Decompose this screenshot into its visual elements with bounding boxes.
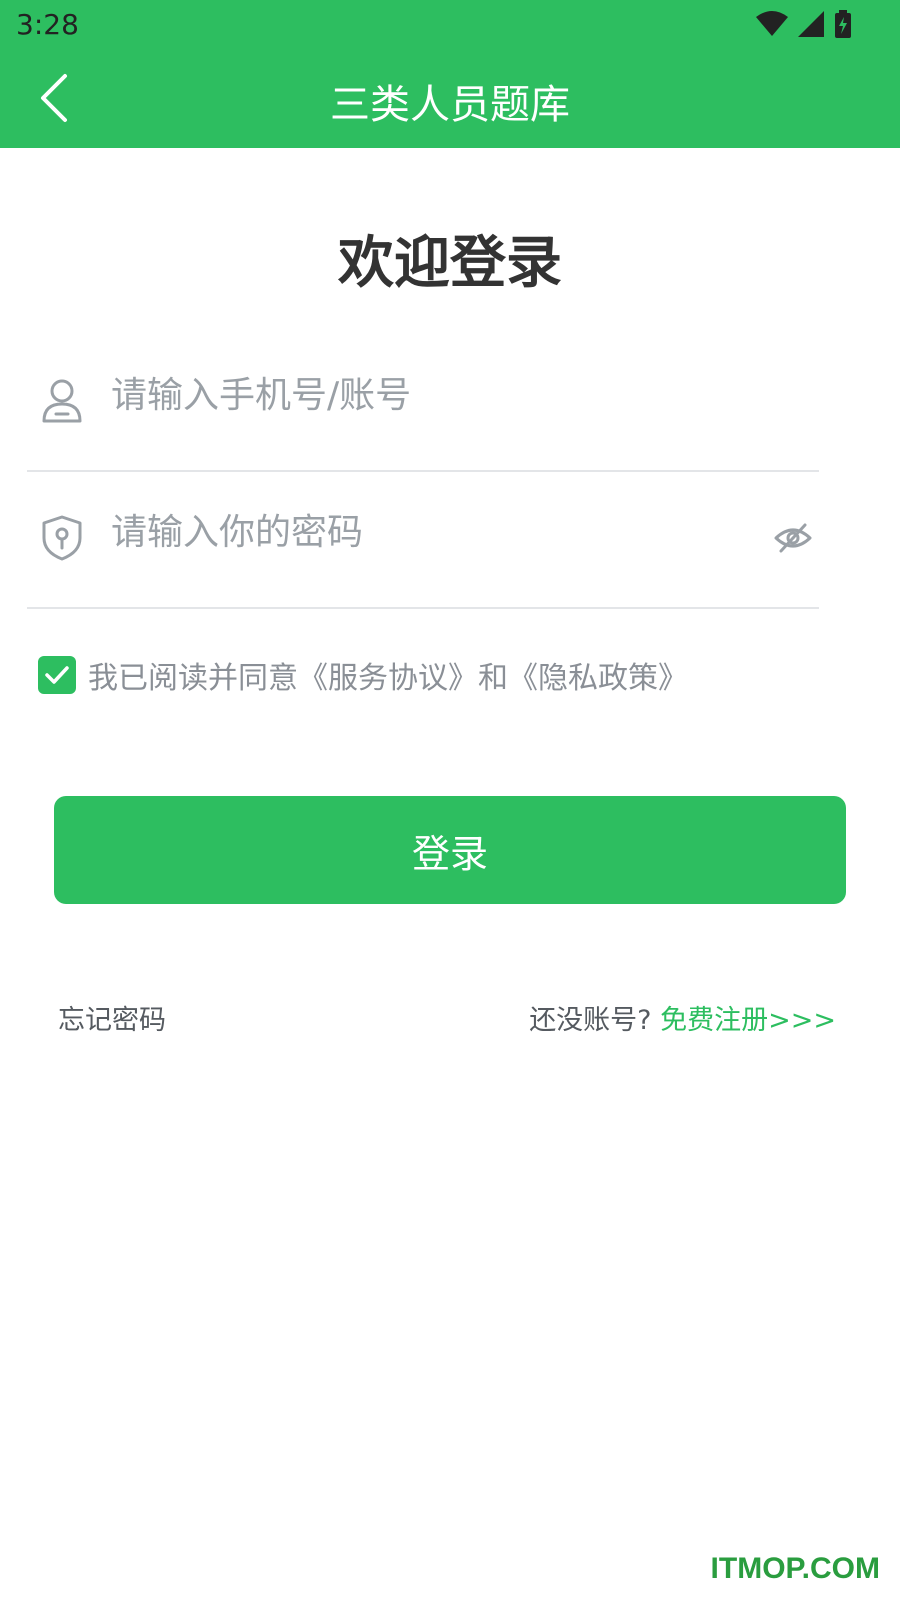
forgot-password-link[interactable]: 忘记密码 [58, 998, 166, 1037]
eye-off-icon[interactable] [773, 518, 813, 558]
status-time: 3:28 [16, 8, 79, 41]
user-icon [42, 379, 82, 423]
status-bar: 3:28 [0, 0, 900, 50]
no-account-text: 还没账号? [529, 1005, 652, 1036]
cellular-signal-icon [798, 11, 824, 37]
app-bar: 三类人员题库 [0, 50, 900, 148]
wifi-icon [756, 11, 788, 36]
phone-field [27, 335, 819, 472]
page-title: 三类人员题库 [330, 82, 570, 128]
agreement-text[interactable]: 我已阅读并同意《服务协议》和《隐私政策》 [88, 653, 688, 697]
top-bar: 3:28 三类人员题库 [0, 0, 900, 148]
welcome-title: 欢迎登录 [338, 231, 562, 296]
shield-key-icon [42, 515, 82, 561]
phone-input[interactable] [111, 365, 731, 425]
check-icon [45, 666, 69, 684]
register-row: 还没账号? 免费注册>>> [529, 998, 836, 1037]
password-input[interactable] [111, 502, 731, 562]
login-button[interactable]: 登录 [54, 796, 846, 904]
agree-checkbox[interactable] [38, 656, 76, 694]
password-field [27, 472, 819, 609]
battery-charging-icon [835, 10, 851, 38]
register-link[interactable]: 免费注册>>> [660, 1005, 836, 1036]
agreement-row: 我已阅读并同意《服务协议》和《隐私政策》 [38, 652, 688, 698]
watermark: ITMOP.COM [710, 1552, 880, 1585]
status-icons [756, 10, 852, 38]
